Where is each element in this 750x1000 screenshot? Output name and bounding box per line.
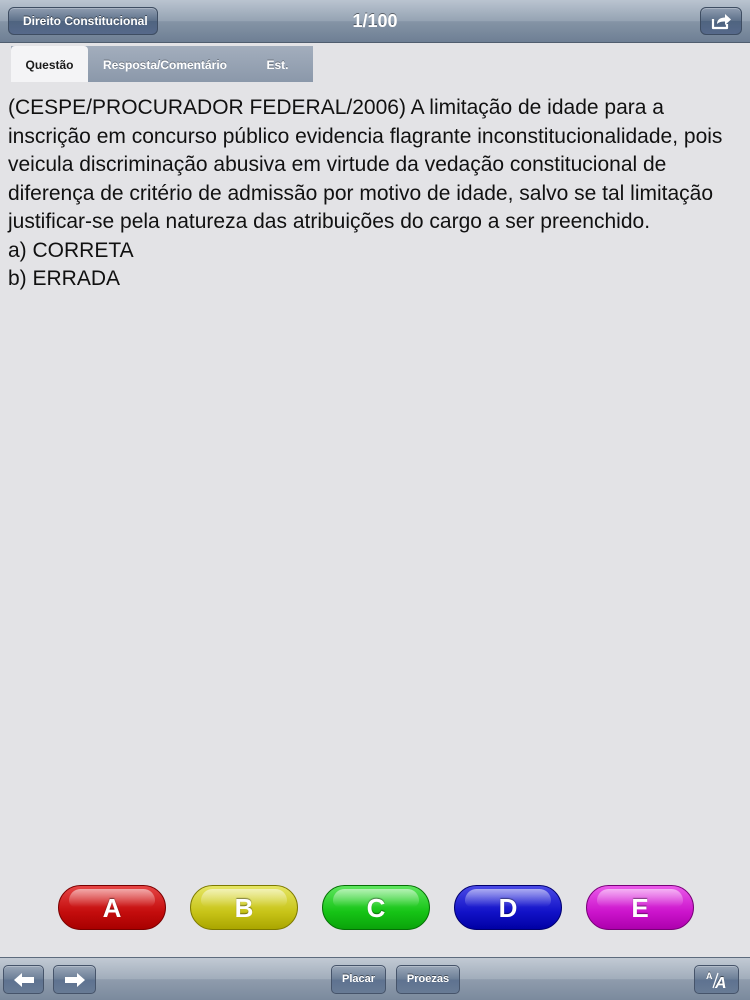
arrow-left-icon	[13, 972, 34, 987]
svg-text:A: A	[714, 975, 727, 990]
option-a-text: a) CORRETA	[8, 238, 134, 262]
tab-questao[interactable]: Questão	[11, 46, 88, 82]
answer-a-button[interactable]: A	[58, 885, 166, 930]
answer-buttons: A B C D E	[0, 885, 750, 931]
option-b-text: b) ERRADA	[8, 267, 121, 290]
tabs: Questão Resposta/Comentário Est.	[11, 46, 313, 82]
svg-text:A: A	[706, 971, 713, 981]
answer-e-button[interactable]: E	[586, 885, 694, 930]
share-button[interactable]	[700, 7, 742, 35]
answer-d-label: D	[498, 893, 518, 923]
tab-resposta-comentario[interactable]: Resposta/Comentário	[88, 46, 242, 82]
arrow-right-icon	[64, 972, 85, 987]
answer-b-label: B	[234, 893, 254, 923]
answer-c-label: C	[366, 893, 386, 923]
previous-question-button[interactable]	[3, 965, 44, 994]
proezas-button[interactable]: Proezas	[396, 965, 460, 994]
tab-bar: Questão Resposta/Comentário Est.	[0, 43, 750, 82]
font-size-button[interactable]: A A	[694, 965, 739, 994]
placar-button[interactable]: Placar	[331, 965, 386, 994]
bottom-toolbar: Placar Proezas A A	[0, 957, 750, 1000]
next-question-button[interactable]	[53, 965, 96, 994]
answer-e-label: E	[631, 893, 649, 923]
font-size-icon: A A	[706, 971, 727, 990]
answer-b-button[interactable]: B	[190, 885, 298, 930]
tab-est[interactable]: Est.	[242, 46, 313, 82]
back-button-label: Direito Constitucional	[23, 14, 148, 28]
question-text: (CESPE/PROCURADOR FEDERAL/2006) A limita…	[8, 96, 723, 233]
share-icon	[711, 14, 731, 30]
answer-d-button[interactable]: D	[454, 885, 562, 930]
navigation-bar: Direito Constitucional 1/100	[0, 0, 750, 43]
answer-a-label: A	[102, 893, 122, 923]
back-button[interactable]: Direito Constitucional	[8, 7, 158, 35]
answer-c-button[interactable]: C	[322, 885, 430, 930]
question-panel: (CESPE/PROCURADOR FEDERAL/2006) A limita…	[8, 94, 738, 294]
